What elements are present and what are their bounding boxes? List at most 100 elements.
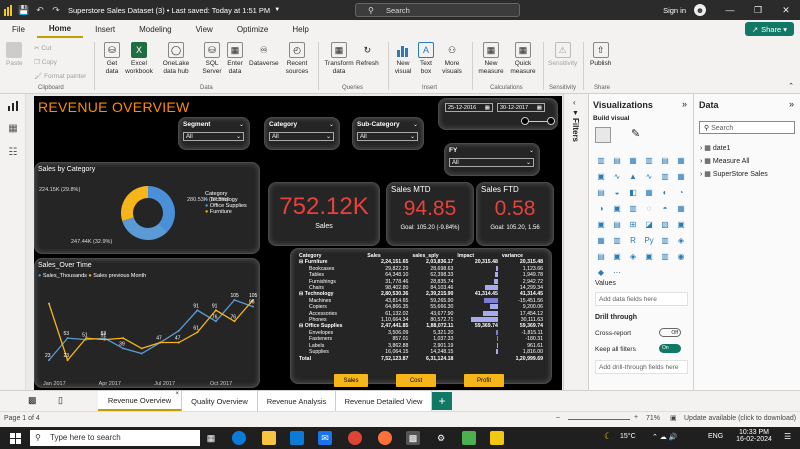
date-end-handle[interactable] xyxy=(547,117,555,125)
update-notice[interactable]: Update available (click to download) xyxy=(684,415,796,422)
excel-button[interactable]: X Excel workbook xyxy=(124,42,154,76)
donut-slice-office-supplies[interactable] xyxy=(122,217,168,240)
data-table-superstore[interactable]: › ▦ SuperStore Sales xyxy=(700,170,768,178)
visual-type-icon[interactable]: ▦ xyxy=(627,156,639,167)
visual-type-icon[interactable]: R xyxy=(627,236,639,247)
sql-button[interactable]: ⛁ SQL Server xyxy=(200,42,224,76)
report-view-icon[interactable] xyxy=(7,100,19,112)
file-explorer-icon[interactable] xyxy=(262,431,276,445)
sales-over-time-card[interactable]: Sales_Over Time ● Sales_Thousands ● Sale… xyxy=(34,258,260,388)
subcategory-dropdown[interactable]: All ⌄ xyxy=(357,132,418,141)
mail-icon[interactable]: ✉ xyxy=(318,431,332,445)
visual-type-icon[interactable]: ▥ xyxy=(595,156,607,167)
date-start-handle[interactable] xyxy=(521,117,529,125)
tab-quality-overview[interactable]: Quality Overview xyxy=(182,391,258,411)
text-box-button[interactable]: A Text box xyxy=(416,42,436,76)
menu-file[interactable]: File xyxy=(0,20,37,38)
series-point[interactable] xyxy=(66,337,69,340)
visual-type-icon[interactable]: ◐ xyxy=(659,188,671,199)
security-icon[interactable]: ▩ xyxy=(406,431,420,445)
enter-data-button[interactable]: ▦ Enter data xyxy=(224,42,246,76)
date-slicer[interactable]: 25-12-2016 ▦ 30-12-2017 ▦ xyxy=(438,98,558,130)
format-visual-icon[interactable]: ✎ xyxy=(631,127,647,143)
visual-type-icon[interactable]: ◑ xyxy=(595,204,607,215)
visual-type-icon[interactable]: ▦ xyxy=(675,156,687,167)
collapse-filters-icon[interactable]: ‹ xyxy=(573,98,576,107)
series-line-0[interactable] xyxy=(48,299,254,361)
series-point[interactable] xyxy=(177,341,180,344)
sales-mtd-card[interactable]: Sales MTD 94.85 Goal: 105.20 (-9.84%) xyxy=(386,182,474,246)
cross-report-toggle[interactable]: Off xyxy=(659,328,681,337)
visual-type-icon[interactable]: ◌ xyxy=(643,204,655,215)
transform-data-button[interactable]: ▦ Transform data xyxy=(323,42,355,76)
legend-item[interactable]: ● Furniture xyxy=(205,209,247,215)
category-slicer[interactable]: Category ⌄ All ⌄ xyxy=(264,117,340,150)
visual-type-icon[interactable]: ◈ xyxy=(675,236,687,247)
task-view-icon[interactable]: ▦ xyxy=(204,431,218,445)
data-table-measure-all[interactable]: › ▦ Measure All xyxy=(700,157,749,165)
visual-type-icon[interactable]: ▣ xyxy=(595,172,607,183)
visual-type-icon[interactable]: ◧ xyxy=(627,188,639,199)
visual-type-icon[interactable]: Py xyxy=(643,236,655,247)
series-point[interactable] xyxy=(122,347,125,350)
add-data-field[interactable]: Add data fields here xyxy=(595,292,688,306)
clock[interactable]: 10:33 PM 16-02-2024 xyxy=(730,429,778,443)
zoom-in-icon[interactable]: + xyxy=(634,414,638,421)
collapse-viz-icon[interactable]: » xyxy=(682,99,687,109)
segment-dropdown[interactable]: All ⌄ xyxy=(183,132,244,141)
menu-optimize[interactable]: Optimize xyxy=(225,20,281,38)
visual-type-icon[interactable]: ▥ xyxy=(627,204,639,215)
visual-type-icon[interactable]: ▲ xyxy=(627,172,639,183)
visual-type-icon[interactable]: ▣ xyxy=(611,204,623,215)
powerbi-taskbar-icon[interactable] xyxy=(490,431,504,445)
desktop-layout-icon[interactable]: ▩ xyxy=(28,395,37,406)
windows-start-icon[interactable] xyxy=(8,431,22,445)
settings-gear-icon[interactable]: ⚙ xyxy=(434,431,448,445)
fy-slicer[interactable]: FY ⌄ All ⌄ xyxy=(444,143,540,176)
data-search-input[interactable]: ⚲ Search xyxy=(699,121,795,134)
add-drill-field[interactable]: Add drill-through fields here xyxy=(595,360,688,374)
more-visuals-button[interactable]: ⚇ More visuals xyxy=(438,42,466,76)
edge-icon[interactable] xyxy=(232,431,246,445)
visual-type-icon[interactable]: ▤ xyxy=(611,156,623,167)
keep-filters-toggle[interactable]: On xyxy=(659,344,681,353)
get-data-button[interactable]: ⛁ Get data xyxy=(100,42,124,76)
chrome-icon[interactable] xyxy=(348,431,362,445)
notifications-icon[interactable]: ☰ xyxy=(784,432,791,441)
visual-type-icon[interactable]: ⋯ xyxy=(611,268,623,279)
menu-help[interactable]: Help xyxy=(280,20,320,38)
visual-type-icon[interactable]: ▦ xyxy=(595,236,607,247)
publish-button[interactable]: ⇧ Publish xyxy=(590,42,611,68)
visual-type-icon[interactable]: ▤ xyxy=(659,156,671,167)
filters-pane[interactable]: ‹ ▼ Filters xyxy=(563,94,589,390)
collapse-ribbon-icon[interactable]: ⌃ xyxy=(788,82,794,90)
visual-type-icon[interactable]: ▥ xyxy=(659,252,671,263)
series-line-1[interactable] xyxy=(48,299,254,362)
visual-type-icon[interactable]: ◔ xyxy=(675,188,687,199)
visual-type-icon[interactable]: ◈ xyxy=(627,252,639,263)
tab-revenue-detailed[interactable]: Revenue Detailed View xyxy=(336,391,432,411)
sales-ftd-card[interactable]: Sales FTD 0.58 Goal: 105.20, 1.56 xyxy=(476,182,554,246)
close-icon[interactable]: ✕ xyxy=(772,0,800,20)
series-point[interactable] xyxy=(196,331,199,334)
visual-type-icon[interactable]: ▥ xyxy=(643,156,655,167)
store-icon[interactable] xyxy=(290,431,304,445)
visual-type-icon[interactable]: ▤ xyxy=(611,220,623,231)
series-point[interactable] xyxy=(196,309,199,312)
date-from-input[interactable]: 25-12-2016 ▦ xyxy=(445,103,493,112)
visual-type-icon[interactable]: ▥ xyxy=(659,172,671,183)
taskbar-search[interactable]: ⚲ Type here to search xyxy=(30,430,200,446)
series-point[interactable] xyxy=(233,320,236,323)
visual-type-icon[interactable]: ▦ xyxy=(643,188,655,199)
dataverse-button[interactable]: ♾ Dataverse xyxy=(249,42,279,68)
visual-type-icon[interactable]: ▣ xyxy=(643,252,655,263)
subcategory-slicer[interactable]: Sub-Category ⌄ All ⌄ xyxy=(352,117,424,150)
series-point[interactable] xyxy=(214,320,217,323)
menu-modeling[interactable]: Modeling xyxy=(127,20,183,38)
series-point[interactable] xyxy=(103,338,106,341)
tray-icons[interactable]: ⌃ ☁ 🔊 xyxy=(652,433,677,441)
visual-type-icon[interactable]: ▦ xyxy=(675,172,687,183)
visual-type-icon[interactable]: ▣ xyxy=(675,220,687,231)
maximize-icon[interactable]: ❐ xyxy=(744,0,772,20)
redo-icon[interactable]: ↷ xyxy=(48,0,64,20)
